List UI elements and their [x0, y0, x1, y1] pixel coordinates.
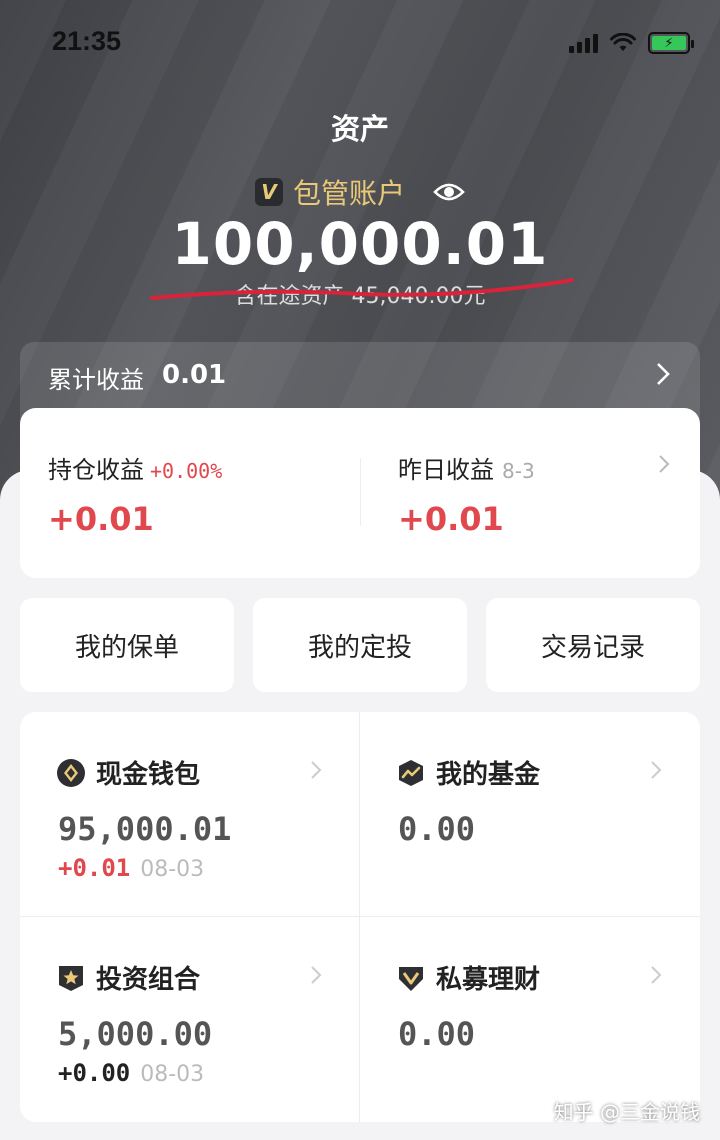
holding-gain-percent: +0.00% — [150, 459, 223, 483]
cash-wallet-title: 现金钱包 — [56, 754, 200, 791]
cumulative-label: 累计收益 — [48, 366, 144, 394]
chevron-right-icon — [659, 455, 670, 473]
cash-wallet-label: 现金钱包 — [96, 760, 201, 790]
my-funds-label: 我的基金 — [436, 760, 541, 790]
my-funds-value: 0.00 — [398, 810, 476, 848]
cash-wallet-change-row: +0.01 08-03 — [58, 854, 204, 882]
chart-trend-icon — [399, 759, 423, 786]
watermark: 知乎 @三金说钱 — [553, 1100, 700, 1124]
diamond-coin-icon — [57, 758, 85, 787]
my-funds-title: 我的基金 — [396, 754, 540, 791]
my-auto-invest-button[interactable]: 我的定投 — [253, 598, 467, 692]
holding-gain-label: 持仓收益 — [48, 456, 144, 484]
status-icons: ⚡ — [569, 32, 694, 54]
transaction-records-button[interactable]: 交易记录 — [486, 598, 700, 692]
portfolio-title: 投资组合 — [56, 959, 200, 996]
account-selector[interactable]: V 包管账户 — [0, 172, 720, 212]
v-gem-icon — [399, 966, 423, 991]
chevron-right-icon — [311, 966, 322, 984]
portfolio-cell[interactable]: 投资组合 5,000.00 +0.00 08-03 — [20, 917, 360, 1121]
star-shield-icon — [59, 965, 83, 991]
signal-icon — [569, 33, 598, 53]
red-annotation-line — [150, 278, 574, 300]
product-grid: 现金钱包 95,000.01 +0.01 08-03 我的基金 0.00 投资组… — [20, 712, 700, 1122]
my-policies-button[interactable]: 我的保单 — [20, 598, 234, 692]
private-wealth-value: 0.00 — [398, 1015, 476, 1053]
yesterday-gain-label: 昨日收益 — [398, 456, 494, 484]
chevron-right-icon — [651, 761, 662, 779]
holding-gain-value: +0.01 — [48, 500, 154, 538]
divider — [360, 458, 361, 526]
portfolio-label: 投资组合 — [96, 965, 201, 995]
wifi-icon — [610, 33, 636, 51]
battery-icon: ⚡ — [648, 32, 694, 54]
my-funds-cell[interactable]: 我的基金 0.00 — [360, 712, 700, 916]
status-time: 21:35 — [52, 26, 122, 56]
vip-badge-icon: V — [254, 178, 283, 206]
chevron-right-icon — [651, 966, 662, 984]
private-wealth-title: 私募理财 — [396, 959, 540, 996]
chevron-right-icon — [657, 363, 670, 385]
yesterday-gain-label-row: 昨日收益 8-3 — [398, 450, 535, 485]
account-name: 包管账户 — [292, 177, 405, 210]
private-wealth-label: 私募理财 — [436, 965, 541, 995]
portfolio-change: +0.00 — [58, 1059, 131, 1087]
yesterday-gain-date: 8-3 — [502, 459, 535, 483]
portfolio-value: 5,000.00 — [58, 1015, 213, 1053]
yesterday-gain-value: +0.01 — [398, 500, 504, 538]
portfolio-date: 08-03 — [140, 1062, 205, 1087]
cash-wallet-value: 95,000.01 — [58, 810, 232, 848]
cumulative-value: 0.01 — [162, 360, 227, 390]
eye-icon[interactable] — [433, 181, 465, 203]
chevron-right-icon — [311, 761, 322, 779]
cash-wallet-date: 08-03 — [140, 857, 205, 882]
cash-wallet-cell[interactable]: 现金钱包 95,000.01 +0.01 08-03 — [20, 712, 360, 916]
page-title: 资产 — [330, 112, 389, 146]
cash-wallet-change: +0.01 — [58, 854, 131, 882]
holding-gains-card[interactable]: 持仓收益 +0.00% +0.01 昨日收益 8-3 +0.01 — [20, 408, 700, 578]
private-wealth-cell[interactable]: 私募理财 0.00 — [360, 917, 700, 1121]
portfolio-change-row: +0.00 08-03 — [58, 1059, 204, 1087]
holding-gain-label-row: 持仓收益 +0.00% — [48, 450, 222, 485]
